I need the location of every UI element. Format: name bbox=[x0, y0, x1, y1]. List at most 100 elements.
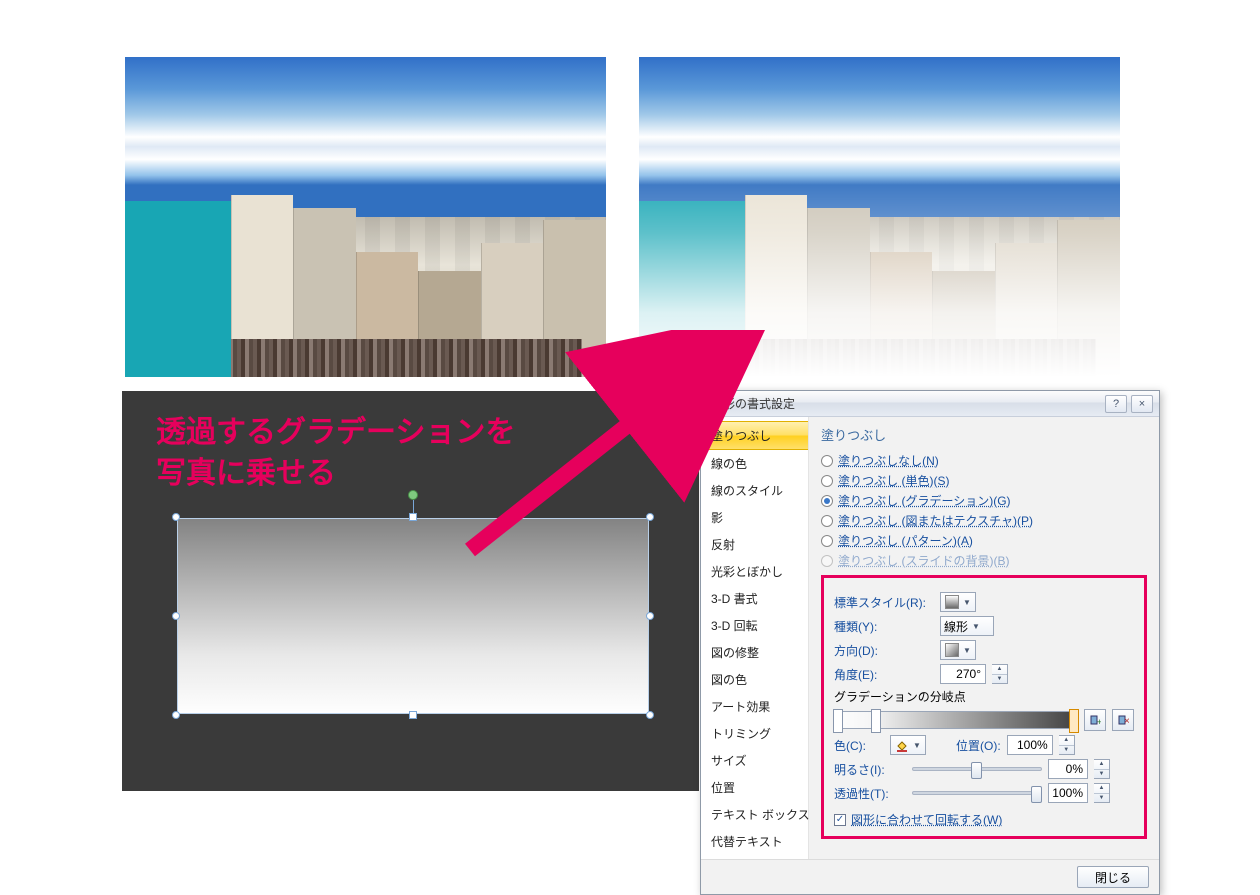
transparency-input[interactable]: 100% bbox=[1048, 783, 1088, 803]
position-input[interactable]: 100% bbox=[1007, 735, 1053, 755]
gradient-swatch-icon bbox=[945, 595, 959, 609]
fill-option-none[interactable]: 塗りつぶしなし(N) bbox=[821, 452, 1147, 469]
brightness-slider[interactable] bbox=[912, 767, 1042, 771]
sidebar-item-3d-rotation[interactable]: 3-D 回転 bbox=[701, 612, 808, 639]
annotation-line1: 透過するグラデーションを bbox=[156, 416, 515, 449]
brightness-input[interactable]: 0% bbox=[1048, 759, 1088, 779]
type-label: 種類(Y): bbox=[834, 618, 934, 635]
sidebar-item-picture-color[interactable]: 図の色 bbox=[701, 666, 808, 693]
gradient-stops-track[interactable] bbox=[834, 711, 1078, 729]
selected-gradient-shape[interactable] bbox=[177, 518, 649, 714]
gradient-stop-2[interactable] bbox=[871, 709, 881, 733]
add-stop-button[interactable]: + bbox=[1084, 709, 1106, 731]
annotation-line2: 写真に乗せる bbox=[156, 457, 336, 490]
radio-icon[interactable] bbox=[821, 495, 833, 507]
resize-handle-s[interactable] bbox=[409, 711, 417, 719]
sidebar-item-line-style[interactable]: 線のスタイル bbox=[701, 477, 808, 504]
svg-text:×: × bbox=[1124, 716, 1129, 726]
resize-handle-n[interactable] bbox=[409, 513, 417, 521]
sidebar-item-position[interactable]: 位置 bbox=[701, 774, 808, 801]
slider-thumb[interactable] bbox=[971, 762, 982, 779]
position-label: 位置(O): bbox=[956, 737, 1001, 754]
rotate-with-shape-row[interactable]: ✓ 図形に合わせて回転する(W) bbox=[834, 811, 1134, 828]
resize-handle-sw[interactable] bbox=[172, 711, 180, 719]
color-dropdown[interactable]: ▼ bbox=[890, 735, 926, 755]
sidebar-item-artistic-effects[interactable]: アート効果 bbox=[701, 693, 808, 720]
radio-icon[interactable] bbox=[821, 475, 833, 487]
close-icon[interactable]: × bbox=[1131, 395, 1153, 413]
angle-label: 角度(E): bbox=[834, 666, 934, 683]
add-stop-icon: + bbox=[1089, 714, 1101, 726]
direction-dropdown[interactable]: ▼ bbox=[940, 640, 976, 660]
direction-swatch-icon bbox=[945, 643, 959, 657]
resize-handle-e[interactable] bbox=[646, 612, 654, 620]
resize-handle-nw[interactable] bbox=[172, 513, 180, 521]
angle-spinner[interactable]: ▲▼ bbox=[992, 664, 1008, 684]
sidebar-item-size[interactable]: サイズ bbox=[701, 747, 808, 774]
sidebar-item-line-color[interactable]: 線の色 bbox=[701, 450, 808, 477]
svg-text:+: + bbox=[1097, 717, 1101, 726]
rotate-with-shape-checkbox[interactable]: ✓ bbox=[834, 814, 846, 826]
gradient-stop-1[interactable] bbox=[833, 709, 843, 733]
sidebar-item-reflection[interactable]: 反射 bbox=[701, 531, 808, 558]
dialog-main-pane: 塗りつぶし 塗りつぶしなし(N) 塗りつぶし (単色)(S) 塗りつぶし (グラ… bbox=[809, 417, 1159, 859]
gradient-stop-3[interactable] bbox=[1069, 709, 1079, 733]
transparency-slider[interactable] bbox=[912, 791, 1042, 795]
slide-editor: 透過するグラデーションを 写真に乗せる bbox=[122, 391, 699, 791]
resize-handle-w[interactable] bbox=[172, 612, 180, 620]
resize-handle-se[interactable] bbox=[646, 711, 654, 719]
sidebar-item-3d-format[interactable]: 3-D 書式 bbox=[701, 585, 808, 612]
fill-option-gradient[interactable]: 塗りつぶし (グラデーション)(G) bbox=[821, 492, 1147, 509]
dialog-title: 図形の書式設定 bbox=[711, 395, 795, 412]
gradient-fade-overlay bbox=[639, 57, 1120, 377]
gradient-type-dropdown[interactable]: 線形▼ bbox=[940, 616, 994, 636]
sidebar-item-alt-text[interactable]: 代替テキスト bbox=[701, 828, 808, 855]
help-button[interactable]: ? bbox=[1105, 395, 1127, 413]
sidebar-item-crop[interactable]: トリミング bbox=[701, 720, 808, 747]
radio-icon[interactable] bbox=[821, 515, 833, 527]
resize-handle-ne[interactable] bbox=[646, 513, 654, 521]
transparency-spinner[interactable]: ▲▼ bbox=[1094, 783, 1110, 803]
remove-stop-button[interactable]: × bbox=[1112, 709, 1134, 731]
brightness-label: 明るさ(I): bbox=[834, 761, 906, 778]
sidebar-item-textbox[interactable]: テキスト ボックス bbox=[701, 801, 808, 828]
rotation-handle[interactable] bbox=[408, 490, 418, 500]
remove-stop-icon: × bbox=[1117, 714, 1129, 726]
slider-thumb[interactable] bbox=[1031, 786, 1042, 803]
rotate-with-shape-label: 図形に合わせて回転する(W) bbox=[851, 811, 1002, 828]
close-button[interactable]: 閉じる bbox=[1077, 866, 1149, 888]
rotation-connector bbox=[413, 500, 414, 514]
radio-icon[interactable] bbox=[821, 555, 833, 567]
brightness-spinner[interactable]: ▲▼ bbox=[1094, 759, 1110, 779]
preset-style-dropdown[interactable]: ▼ bbox=[940, 592, 976, 612]
sidebar-item-picture-correction[interactable]: 図の修整 bbox=[701, 639, 808, 666]
radio-icon[interactable] bbox=[821, 455, 833, 467]
radio-icon[interactable] bbox=[821, 535, 833, 547]
direction-label: 方向(D): bbox=[834, 642, 934, 659]
format-shape-dialog: 図形の書式設定 ? × 塗りつぶし 線の色 線のスタイル 影 反射 光彩とぼかし… bbox=[700, 390, 1160, 895]
angle-input[interactable]: 270° bbox=[940, 664, 986, 684]
gradient-settings-highlight: 標準スタイル(R): ▼ 種類(Y): 線形▼ 方向(D): ▼ bbox=[821, 575, 1147, 839]
result-photo bbox=[639, 57, 1120, 377]
transparency-label: 透過性(T): bbox=[834, 785, 906, 802]
sidebar-item-glow[interactable]: 光彩とぼかし bbox=[701, 558, 808, 585]
preset-label: 標準スタイル(R): bbox=[834, 594, 934, 611]
paint-bucket-icon bbox=[895, 738, 909, 752]
position-spinner[interactable]: ▲▼ bbox=[1059, 735, 1075, 755]
original-photo bbox=[125, 57, 606, 377]
fill-section-title: 塗りつぶし bbox=[821, 425, 1147, 444]
fill-option-picture[interactable]: 塗りつぶし (図またはテクスチャ)(P) bbox=[821, 512, 1147, 529]
fill-option-slide-bg[interactable]: 塗りつぶし (スライドの背景)(B) bbox=[821, 552, 1147, 569]
dialog-sidebar: 塗りつぶし 線の色 線のスタイル 影 反射 光彩とぼかし 3-D 書式 3-D … bbox=[701, 417, 809, 859]
fill-option-pattern[interactable]: 塗りつぶし (パターン)(A) bbox=[821, 532, 1147, 549]
dialog-footer: 閉じる bbox=[701, 859, 1159, 894]
dialog-titlebar[interactable]: 図形の書式設定 ? × bbox=[701, 391, 1159, 417]
annotation-text: 透過するグラデーションを 写真に乗せる bbox=[156, 413, 665, 494]
color-label: 色(C): bbox=[834, 737, 884, 754]
fill-option-solid[interactable]: 塗りつぶし (単色)(S) bbox=[821, 472, 1147, 489]
gradient-stops-label: グラデーションの分岐点 bbox=[834, 688, 1134, 705]
crowd bbox=[221, 339, 582, 377]
sidebar-item-fill[interactable]: 塗りつぶし bbox=[701, 421, 808, 450]
gradient-rectangle[interactable] bbox=[177, 518, 649, 714]
sidebar-item-shadow[interactable]: 影 bbox=[701, 504, 808, 531]
